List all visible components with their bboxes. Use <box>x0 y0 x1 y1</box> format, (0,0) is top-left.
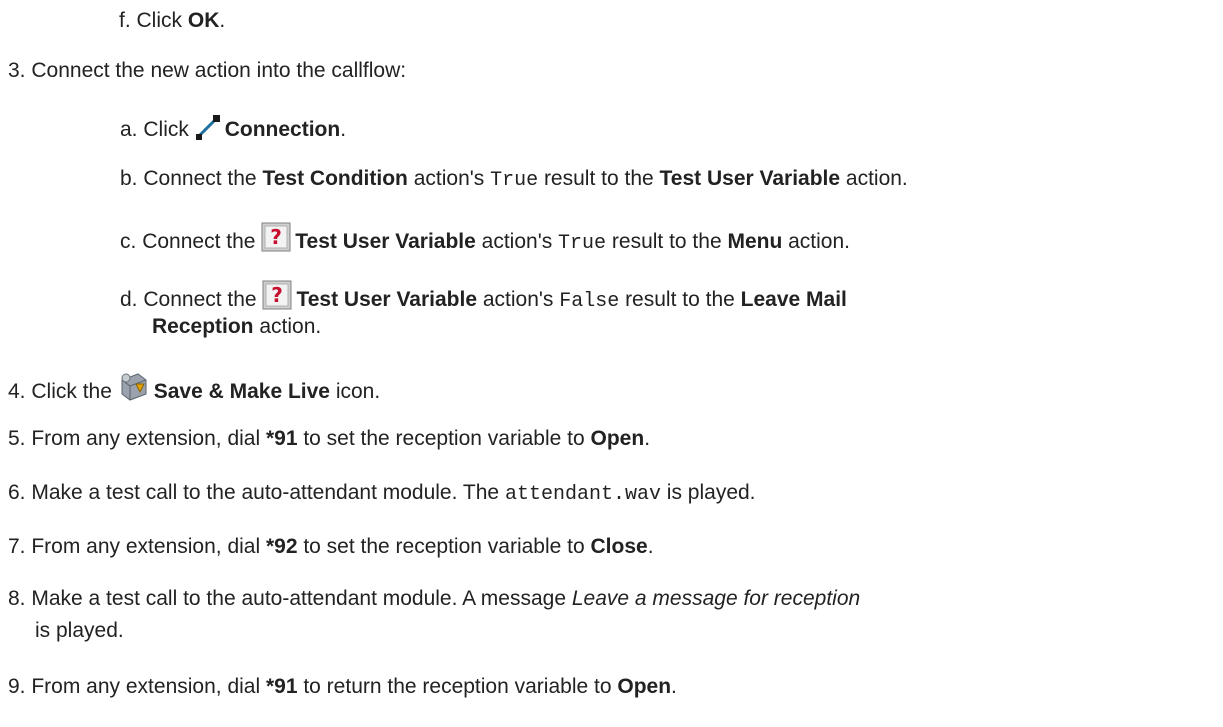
step-text: Make a test call to the auto-attendant m… <box>31 587 572 610</box>
list-marker: 9. <box>8 675 26 698</box>
save-make-live-icon <box>118 370 150 409</box>
step-text: to return the reception variable to <box>297 675 618 698</box>
ui-term: Open <box>617 675 672 698</box>
step-text: Connect the <box>143 288 263 311</box>
step-6: 6. Make a test call to the auto-attendan… <box>8 480 756 508</box>
svg-text:?: ? <box>272 283 284 307</box>
step-text: icon. <box>329 380 381 403</box>
step-d-continued: Reception action. <box>152 314 321 340</box>
step-text: Connect the new action into the callflow… <box>31 59 407 82</box>
ui-term: Close <box>590 535 648 558</box>
ui-term: *92 <box>265 535 298 558</box>
ui-term: Menu <box>727 230 783 253</box>
step-text: is played. <box>660 481 756 504</box>
step-text: action. <box>253 315 322 338</box>
list-marker: f. <box>119 9 131 32</box>
ui-term: Test User Variable <box>296 288 477 311</box>
step-9: 9. From any extension, dial *91 to retur… <box>8 674 677 700</box>
punctuation: . <box>644 427 651 450</box>
step-text: action's <box>475 230 559 253</box>
punctuation: . <box>340 118 347 141</box>
step-text: result to the <box>606 230 728 253</box>
step-d: d. Connect the ? Test User Variable acti… <box>120 280 847 317</box>
step-text: Connect the <box>142 230 262 253</box>
step-a: a. Click Connection. <box>120 114 346 147</box>
step-5: 5. From any extension, dial *91 to set t… <box>8 426 650 452</box>
ui-term: Open <box>590 427 645 450</box>
list-marker: 3. <box>8 59 26 82</box>
punctuation: . <box>647 535 654 558</box>
code-term: True <box>490 169 539 192</box>
list-marker: c. <box>120 230 137 253</box>
step-text: Click <box>143 118 195 141</box>
svg-text:?: ? <box>270 225 282 249</box>
step-text: action's <box>477 288 560 311</box>
step-text: result to the <box>538 167 660 190</box>
step-text: to set the reception variable to <box>297 427 591 450</box>
step-text: Connect the <box>143 167 263 190</box>
ui-term: *91 <box>265 675 298 698</box>
step-c: c. Connect the ? Test User Variable acti… <box>120 222 850 259</box>
list-marker: d. <box>120 288 138 311</box>
step-text: result to the <box>619 288 741 311</box>
step-8: 8. Make a test call to the auto-attendan… <box>8 586 860 612</box>
list-marker: 7. <box>8 535 26 558</box>
list-marker: a. <box>120 118 138 141</box>
ui-term: Test User Variable <box>295 230 476 253</box>
ui-term: Leave Mail <box>740 288 847 311</box>
step-b: b. Connect the Test Condition action's T… <box>120 166 908 194</box>
step-text: is played. <box>35 619 124 642</box>
step-3: 3. Connect the new action into the callf… <box>8 58 406 84</box>
ui-term: Test Condition <box>262 167 408 190</box>
step-text: Make a test call to the auto-attendant m… <box>31 481 505 504</box>
punctuation: . <box>219 9 226 32</box>
document-page: { "steps": { "f": { "marker": "f.", "tex… <box>0 0 1223 727</box>
step-text: From any extension, dial <box>31 675 266 698</box>
step-f: f. Click OK. <box>119 8 225 34</box>
ui-term: OK <box>187 9 220 32</box>
list-marker: 6. <box>8 481 26 504</box>
ui-term: Save & Make Live <box>153 380 330 403</box>
connection-icon <box>195 114 221 147</box>
code-term: attendant.wav <box>504 483 661 506</box>
list-marker: 5. <box>8 427 26 450</box>
ui-term: Reception <box>152 315 254 338</box>
step-text: action. <box>782 230 851 253</box>
step-text: action. <box>840 167 908 190</box>
step-8-continued: is played. <box>35 618 124 644</box>
emphasis-text: Leave a message for reception <box>571 587 861 610</box>
step-text: Click <box>136 9 188 32</box>
step-text: action's <box>407 167 491 190</box>
step-text: Click the <box>31 380 118 403</box>
code-term: True <box>558 232 607 255</box>
list-marker: 8. <box>8 587 26 610</box>
step-4: 4. Click the Save & Make Live icon. <box>8 370 380 409</box>
list-marker: 4. <box>8 380 26 403</box>
ui-term: *91 <box>265 427 298 450</box>
ui-term: Test User Variable <box>659 167 841 190</box>
code-term: False <box>559 290 620 313</box>
list-marker: b. <box>120 167 138 190</box>
step-7: 7. From any extension, dial *92 to set t… <box>8 534 654 560</box>
step-text: From any extension, dial <box>31 427 266 450</box>
step-text: From any extension, dial <box>31 535 266 558</box>
punctuation: . <box>671 675 677 698</box>
ui-term: Connection <box>224 118 341 141</box>
test-user-variable-icon: ? <box>261 222 291 259</box>
test-user-variable-icon: ? <box>262 280 292 317</box>
step-text: to set the reception variable to <box>297 535 591 558</box>
